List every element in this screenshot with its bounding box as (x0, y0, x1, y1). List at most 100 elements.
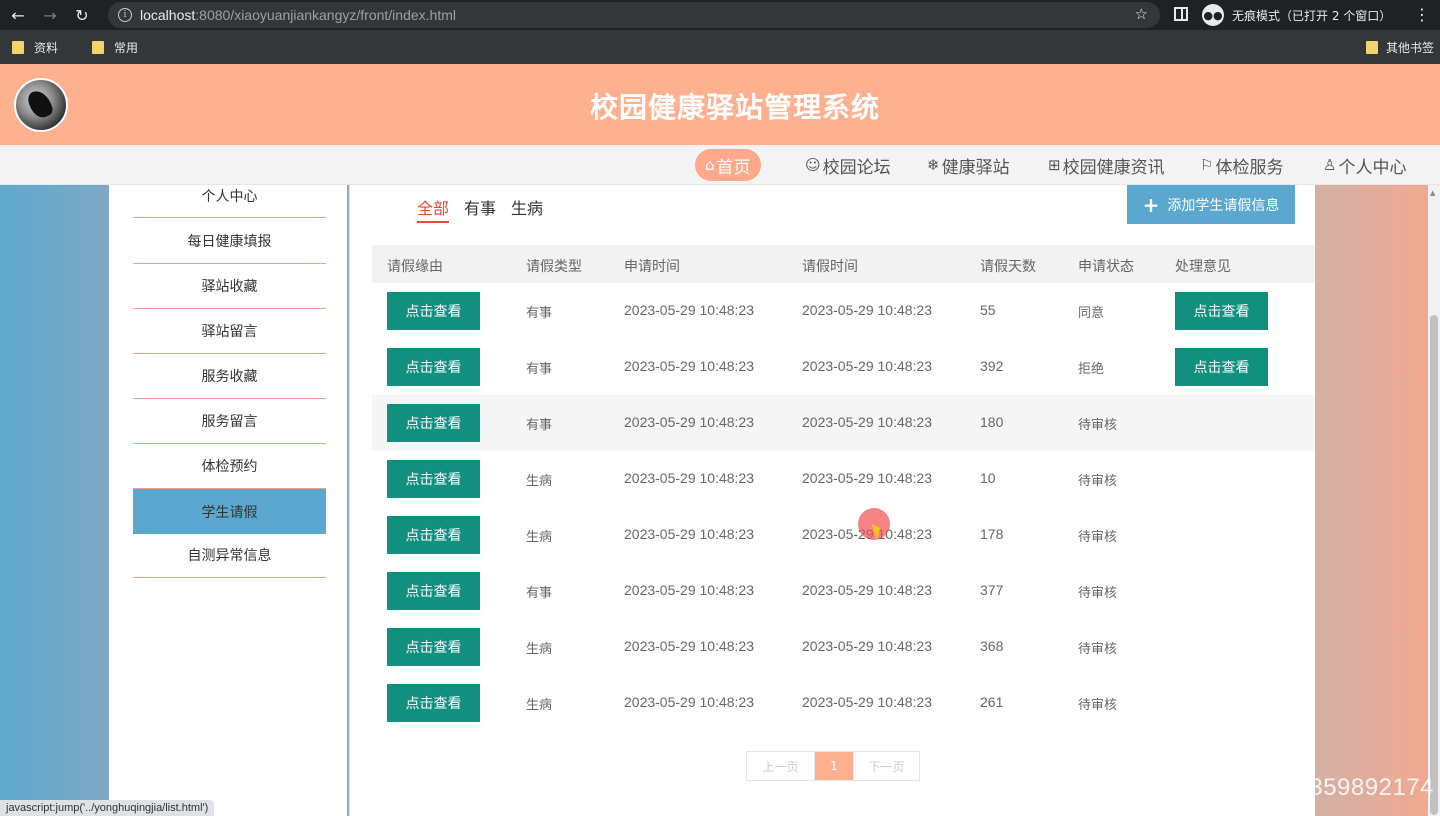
sidebar-item-personal-center[interactable]: 个人中心 (133, 174, 326, 218)
news-icon: ⊞ (1048, 156, 1061, 174)
sidebar-item-service-favorites[interactable]: 服务收藏 (133, 354, 326, 399)
nav-label: 首页 (716, 157, 751, 178)
nav-home[interactable]: ⌂ 首页 (695, 149, 761, 181)
cell-type: 生病 (526, 642, 553, 657)
cell-leave-time: 2023-05-29 10:48:23 (802, 302, 932, 318)
nav-label: 校园论坛 (822, 157, 891, 178)
bookmark-star-icon[interactable]: ☆ (1135, 5, 1148, 23)
cell-apply-time: 2023-05-29 10:48:23 (624, 582, 754, 598)
reason-view-button[interactable]: 点击查看 (387, 516, 480, 554)
sidebar-item-label: 服务收藏 (201, 369, 258, 385)
forward-icon[interactable]: → (36, 1, 64, 29)
cell-apply-time: 2023-05-29 10:48:23 (624, 638, 754, 654)
table-row: 点击查看 生病 2023-05-29 10:48:23 2023-05-29 10:4… (372, 451, 1315, 507)
add-leave-label: 添加学生请假信息 (1167, 197, 1280, 214)
table-row: 点击查看 有事 2023-05-29 10:48:23 2023-05-29 10:4… (372, 339, 1315, 395)
link-status-bar: javascript:jump('../yonghuqingjia/list.h… (0, 800, 215, 816)
other-bookmarks-label: 其他书签 (1385, 41, 1434, 55)
prev-page-button[interactable]: 上一页 (747, 752, 815, 780)
cell-status: 待审核 (1078, 642, 1118, 657)
cell-apply-time: 2023-05-29 10:48:23 (624, 414, 754, 430)
nav-personal-center[interactable]: ♙ 个人中心 (1323, 149, 1406, 181)
sidebar-item-label: 体检预约 (201, 459, 258, 475)
cell-type: 有事 (526, 586, 553, 601)
scrollbar-thumb[interactable] (1430, 315, 1438, 815)
sidebar-item-daily-health[interactable]: 每日健康填报 (133, 219, 326, 264)
cell-days: 377 (980, 582, 1004, 598)
cell-leave-time: 2023-05-29 10:48:23 (802, 470, 932, 486)
cell-status: 拒绝 (1078, 362, 1105, 377)
url-path: :8080/xiaoyuanjiankangyz/front/index.htm… (195, 7, 456, 23)
sidebar-item-label: 自测异常信息 (187, 548, 272, 564)
sidebar-item-checkup-booking[interactable]: 体检预约 (133, 444, 326, 489)
filter-sick[interactable]: 生病 (511, 195, 543, 219)
info-icon[interactable]: i (118, 8, 132, 22)
folder-icon (92, 40, 105, 54)
col-reason: 请假缘由 (387, 259, 443, 275)
cell-apply-time: 2023-05-29 10:48:23 (624, 526, 754, 542)
sidebar-item-service-messages[interactable]: 服务留言 (133, 399, 326, 444)
scroll-up-icon[interactable]: ▲ (1430, 189, 1435, 197)
address-bar[interactable]: i localhost:8080/xiaoyuanjiankangyz/fron… (108, 2, 1160, 28)
add-leave-button[interactable]: + 添加学生请假信息 (1127, 185, 1295, 224)
user-icon: ♙ (1323, 156, 1337, 174)
pagination: 上一页 1 下一页 (746, 751, 920, 781)
reason-view-button[interactable]: 点击查看 (387, 404, 480, 442)
sidebar-item-self-test-abnormal[interactable]: 自测异常信息 (133, 533, 326, 578)
filter-personal-matter[interactable]: 有事 (464, 195, 496, 219)
browser-menu-icon[interactable]: ⋮ (1414, 5, 1430, 24)
reason-view-button[interactable]: 点击查看 (387, 460, 480, 498)
cell-days: 392 (980, 358, 1004, 374)
reload-icon[interactable]: ↻ (68, 1, 96, 29)
sidebar-item-label: 学生请假 (201, 504, 258, 521)
nav-health-station[interactable]: ❄ 健康驿站 (927, 149, 1010, 181)
sidebar-item-label: 驿站收藏 (201, 279, 258, 295)
nav-checkup-service[interactable]: ⚐ 体检服务 (1200, 149, 1283, 181)
nav-label: 健康驿站 (941, 157, 1010, 178)
cell-days: 368 (980, 638, 1004, 654)
plus-icon: + (1142, 192, 1160, 217)
bookmark-folder-ziliao[interactable]: 资料 (12, 39, 58, 56)
back-icon[interactable]: ← (4, 1, 32, 29)
current-page[interactable]: 1 (815, 752, 853, 780)
reason-view-button[interactable]: 点击查看 (387, 572, 480, 610)
reason-view-button[interactable]: 点击查看 (387, 628, 480, 666)
cell-days: 10 (980, 470, 996, 486)
bookmark-label: 常用 (114, 40, 139, 55)
side-panel-icon[interactable] (1174, 7, 1188, 21)
incognito-indicator[interactable]: ●● 无痕模式（已打开 2 个窗口） (1202, 3, 1391, 27)
next-page-button[interactable]: 下一页 (853, 752, 919, 780)
reason-view-button[interactable]: 点击查看 (387, 292, 480, 330)
opinion-view-button[interactable]: 点击查看 (1175, 292, 1268, 330)
opinion-view-button[interactable]: 点击查看 (1175, 348, 1268, 386)
cell-leave-time: 2023-05-29 10:48:23 (802, 414, 932, 430)
sidebar-item-label: 个人中心 (201, 188, 258, 205)
bookmark-folder-changyong[interactable]: 常用 (92, 39, 138, 56)
reason-view-button[interactable]: 点击查看 (387, 684, 480, 722)
table-row: 点击查看 生病 2023-05-29 10:48:23 2023-05-29 10:4… (372, 619, 1315, 675)
nav-label: 体检服务 (1215, 157, 1284, 178)
sidebar-item-label: 驿站留言 (201, 324, 258, 340)
cell-type: 生病 (526, 698, 553, 713)
nav-health-news[interactable]: ⊞ 校园健康资讯 (1048, 149, 1165, 181)
nav-label: 个人中心 (1338, 157, 1407, 178)
nav-forum[interactable]: ☺ 校园论坛 (805, 149, 891, 181)
table-row: 点击查看 有事 2023-05-29 10:48:23 2023-05-29 10:4… (372, 563, 1315, 619)
reason-view-button[interactable]: 点击查看 (387, 348, 480, 386)
cell-type: 有事 (526, 418, 553, 433)
cell-days: 180 (980, 414, 1004, 430)
cell-days: 261 (980, 694, 1004, 710)
bookmark-label: 资料 (34, 40, 59, 55)
table-header: 请假缘由 请假类型 申请时间 请假时间 请假天数 申请状态 处理意见 (372, 245, 1315, 283)
col-apply-time: 申请时间 (624, 259, 680, 275)
table-row: 点击查看 生病 2023-05-29 10:48:23 2023-05-29 10:4… (372, 675, 1315, 731)
other-bookmarks[interactable]: 其他书签 (1365, 39, 1434, 56)
snowflake-icon: ❄ (927, 156, 940, 174)
cell-status: 待审核 (1078, 530, 1118, 545)
sidebar-item-station-favorites[interactable]: 驿站收藏 (133, 264, 326, 309)
cell-days: 55 (980, 302, 996, 318)
page-scrollbar[interactable]: ▲ (1428, 185, 1440, 816)
filter-all[interactable]: 全部 (417, 195, 450, 223)
sidebar-item-student-leave[interactable]: 学生请假 (133, 489, 326, 534)
sidebar-item-station-messages[interactable]: 驿站留言 (133, 309, 326, 354)
